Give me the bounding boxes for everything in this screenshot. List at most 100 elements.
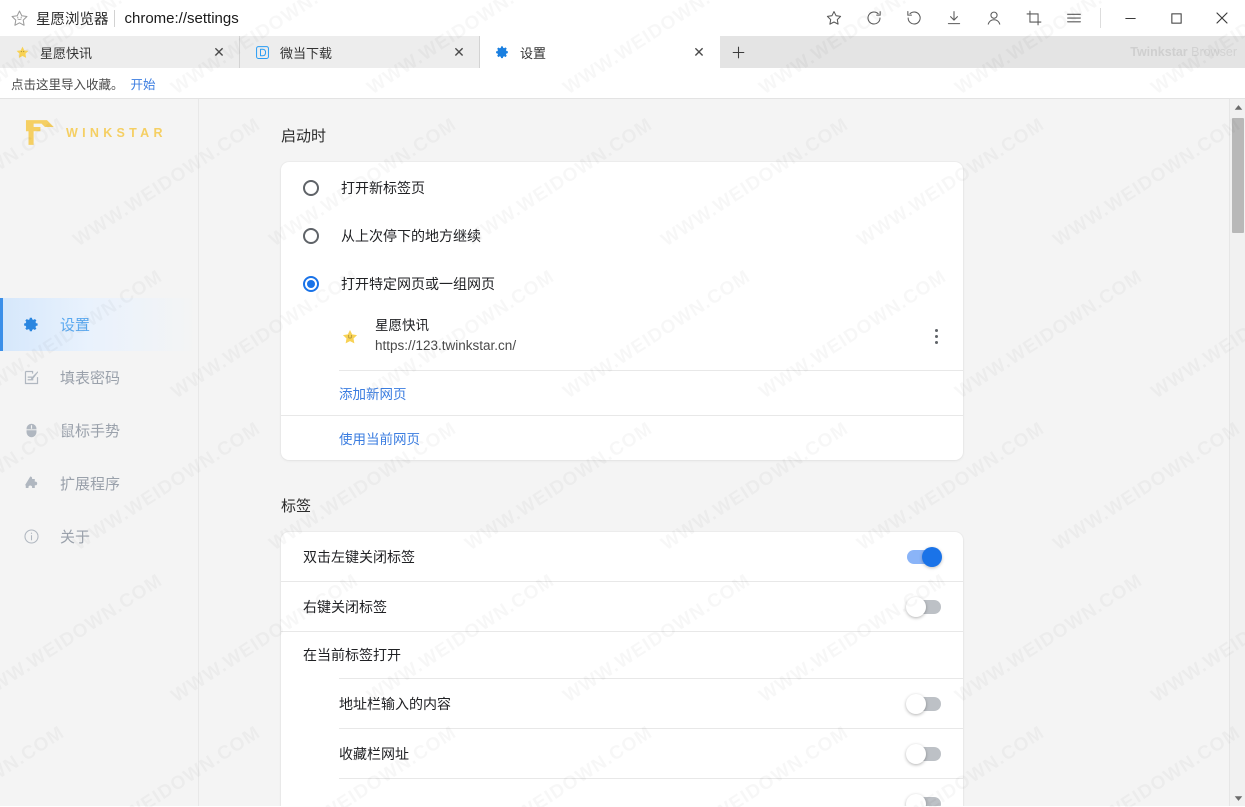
title-bar: 星愿浏览器 chrome://settings (0, 0, 1245, 36)
scrollbar-thumb[interactable] (1232, 118, 1244, 233)
tab-strip: 星愿快讯 ✕ 微当下载 ✕ 设置 ✕ Twinkstar Browser (0, 36, 1245, 68)
section-title-startup: 启动时 (281, 128, 327, 145)
logo-wordmark: WINKSTAR (66, 125, 167, 140)
radio-button[interactable] (303, 180, 319, 196)
tab-close-button[interactable]: ✕ (689, 42, 709, 62)
vertical-scrollbar[interactable] (1229, 99, 1245, 806)
winkstar-logo-icon (25, 120, 54, 145)
info-circle-icon (22, 528, 40, 546)
address-text[interactable]: chrome://settings (125, 10, 239, 27)
wordmark-bold: Twinkstar (1130, 45, 1188, 59)
scroll-down-arrow-icon[interactable] (1230, 790, 1245, 806)
window-controls-divider (1100, 8, 1101, 28)
startup-option-specific-pages[interactable]: 打开特定网页或一组网页 (281, 260, 963, 308)
settings-sidebar: WINKSTAR 设置 填表密码 鼠标手势 扩展程序 关于 (0, 99, 199, 806)
close-button[interactable] (1199, 0, 1245, 36)
use-current-page-row[interactable]: 使用当前网页 (281, 416, 963, 460)
sidebar-item-label: 关于 (60, 529, 91, 546)
browser-wordmark: Twinkstar Browser (1130, 45, 1237, 59)
tab-close-button[interactable]: ✕ (449, 42, 469, 62)
wordmark-rest: Browser (1187, 45, 1237, 59)
mouse-icon (22, 422, 40, 440)
tabstrip-empty-area: Twinkstar Browser (756, 36, 1245, 68)
star-smile-icon (341, 328, 359, 346)
toggle-switch-off[interactable] (906, 793, 941, 806)
sidebar-item-settings[interactable]: 设置 (0, 298, 198, 351)
sidebar-item-label: 扩展程序 (60, 476, 121, 493)
setting-group-open-in-current-tab: 在当前标签打开 (281, 632, 963, 678)
toggle-switch-off[interactable] (906, 596, 941, 617)
sidebar-item-form-password[interactable]: 填表密码 (0, 351, 198, 404)
star-smile-icon (11, 10, 28, 26)
star-smile-icon (14, 44, 31, 61)
screenshot-crop-icon[interactable] (1014, 0, 1054, 36)
history-undo-icon[interactable] (894, 0, 934, 36)
letter-d-icon (254, 44, 271, 61)
sidebar-item-about[interactable]: 关于 (0, 510, 198, 563)
radio-button-selected[interactable] (303, 276, 319, 292)
sidebar-item-label: 填表密码 (60, 370, 121, 387)
add-new-page-row[interactable]: 添加新网页 (281, 371, 963, 415)
tab-title: 设置 (520, 45, 547, 61)
import-bookmarks-start-link[interactable]: 开始 (131, 74, 156, 93)
tabs-card: 双击左键关闭标签 右键关闭标签 在当前标签打开 地址栏输入的内容 收藏栏网址 (281, 532, 963, 806)
app-logo: WINKSTAR (0, 99, 198, 148)
setting-partial-row[interactable] (281, 779, 963, 806)
startup-page-name: 星愿快讯 (375, 318, 429, 333)
sidebar-item-extensions[interactable]: 扩展程序 (0, 457, 198, 510)
add-new-page-link[interactable]: 添加新网页 (339, 383, 407, 403)
radio-label: 从上次停下的地方继续 (341, 228, 481, 244)
setting-label: 双击左键关闭标签 (303, 548, 415, 565)
gear-icon (22, 316, 40, 334)
gear-icon (494, 44, 511, 61)
toggle-switch-on[interactable] (907, 546, 942, 567)
new-tab-button[interactable] (720, 36, 756, 68)
setting-double-click-close-tab[interactable]: 双击左键关闭标签 (281, 532, 963, 581)
scroll-up-arrow-icon[interactable] (1230, 99, 1245, 115)
bookmark-bar: 点击这里导入收藏。 开始 (0, 68, 1245, 99)
setting-bookmark-bar-url[interactable]: 收藏栏网址 (281, 729, 963, 778)
puzzle-piece-icon (22, 475, 40, 493)
page-content: WINKSTAR 设置 填表密码 鼠标手势 扩展程序 关于 启动时 打开新标签页… (0, 99, 1245, 806)
titlebar-divider (113, 9, 115, 27)
toggle-switch-off[interactable] (906, 743, 941, 764)
bookmark-star-icon[interactable] (814, 0, 854, 36)
brand-name: 星愿浏览器 (36, 11, 109, 28)
setting-address-bar-input[interactable]: 地址栏输入的内容 (281, 679, 963, 728)
startup-card: 打开新标签页 从上次停下的地方继续 打开特定网页或一组网页 星愿快讯 https… (281, 162, 963, 460)
radio-label: 打开新标签页 (341, 180, 425, 196)
use-current-page-link[interactable]: 使用当前网页 (339, 428, 420, 448)
startup-option-new-tab[interactable]: 打开新标签页 (281, 162, 963, 212)
radio-button[interactable] (303, 228, 319, 244)
startup-page-url: https://123.twinkstar.cn/ (375, 338, 517, 353)
setting-label: 右键关闭标签 (303, 598, 387, 615)
account-user-icon[interactable] (974, 0, 1014, 36)
sidebar-item-label: 设置 (60, 317, 91, 334)
tab-title: 星愿快讯 (40, 45, 93, 61)
download-icon[interactable] (934, 0, 974, 36)
menu-hamburger-icon[interactable] (1054, 0, 1094, 36)
form-edit-icon (22, 369, 40, 387)
sidebar-nav: 设置 填表密码 鼠标手势 扩展程序 关于 (0, 298, 198, 563)
minimize-button[interactable] (1107, 0, 1153, 36)
setting-group-label: 在当前标签打开 (303, 647, 401, 663)
setting-label: 收藏栏网址 (339, 745, 409, 762)
startup-page-texts: 星愿快讯 https://123.twinkstar.cn/ (375, 316, 925, 356)
toggle-switch-off[interactable] (906, 693, 941, 714)
tab-close-button[interactable]: ✕ (209, 42, 229, 62)
browser-tab-active[interactable]: 设置 ✕ (480, 36, 720, 68)
import-bookmarks-text: 点击这里导入收藏。 (11, 77, 124, 92)
browser-tab[interactable]: 星愿快讯 ✕ (0, 36, 240, 68)
sidebar-item-label: 鼠标手势 (60, 423, 121, 440)
browser-tab[interactable]: 微当下载 ✕ (240, 36, 480, 68)
more-vertical-icon[interactable] (925, 325, 947, 347)
brand-group: 星愿浏览器 (0, 8, 109, 29)
startup-option-continue[interactable]: 从上次停下的地方继续 (281, 212, 963, 260)
sidebar-item-mouse-gesture[interactable]: 鼠标手势 (0, 404, 198, 457)
sync-refresh-icon[interactable] (854, 0, 894, 36)
titlebar-actions (814, 0, 1245, 36)
section-title-tabs: 标签 (281, 498, 312, 515)
setting-right-click-close-tab[interactable]: 右键关闭标签 (281, 582, 963, 631)
startup-page-entry: 星愿快讯 https://123.twinkstar.cn/ (281, 308, 947, 370)
maximize-button[interactable] (1153, 0, 1199, 36)
